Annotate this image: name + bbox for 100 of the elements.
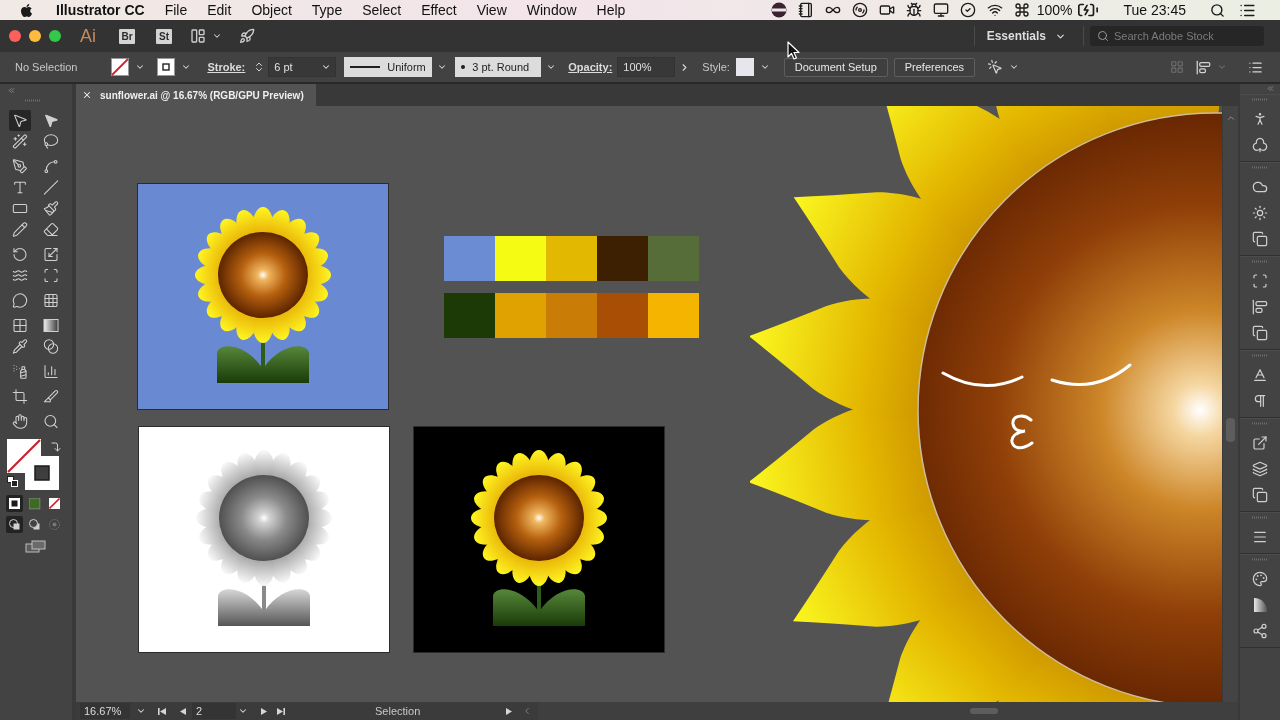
artboard-field[interactable]: 2 [192, 703, 236, 719]
monitor-icon[interactable] [932, 2, 949, 18]
list-icon[interactable] [1248, 59, 1263, 75]
align-left-icon[interactable] [1252, 299, 1268, 315]
layout-panels-icon[interactable] [190, 28, 206, 44]
corner-arrow-icon[interactable] [50, 441, 62, 453]
chevron-down-icon[interactable] [136, 706, 146, 716]
chevron-down-icon[interactable] [759, 62, 770, 72]
letter-a-icon[interactable] [1252, 367, 1268, 383]
stroke-panel-link[interactable]: Stroke: [207, 61, 246, 73]
chevron-down-icon[interactable] [181, 62, 192, 72]
grip-icon[interactable] [1252, 98, 1268, 101]
grip-icon[interactable] [1252, 166, 1268, 169]
cloud-icon[interactable] [1252, 179, 1268, 195]
check-circle-icon[interactable] [959, 2, 976, 18]
search-field[interactable]: Search Adobe Stock [1090, 26, 1264, 46]
menu-item[interactable]: Window [516, 2, 587, 18]
rocket-icon[interactable] [239, 28, 255, 44]
none-mode-icon[interactable] [46, 495, 63, 512]
chevron-down-icon[interactable] [238, 706, 248, 716]
chevron-down-icon[interactable] [437, 62, 448, 72]
brush-dropdown[interactable]: 3 pt. Round [455, 57, 542, 77]
frame-corners-icon[interactable] [1252, 273, 1268, 289]
palette-icon[interactable] [1252, 571, 1268, 587]
chevron-down-icon[interactable] [546, 62, 557, 72]
control-button[interactable]: Document Setup [783, 57, 888, 77]
first-artboard-icon[interactable] [158, 706, 167, 716]
grip-icon[interactable] [1252, 354, 1268, 357]
document-tab[interactable]: sunflower.ai @ 16.67% (RGB/GPU Preview) [76, 84, 316, 106]
window-minimize-button[interactable] [29, 30, 41, 42]
screen-mode-icon[interactable] [25, 540, 47, 553]
default-colors-icon[interactable] [7, 476, 18, 487]
standing-figure-icon[interactable] [1252, 111, 1268, 127]
play-icon[interactable] [505, 706, 515, 716]
bridge-button[interactable]: Br [119, 28, 135, 44]
menu-item[interactable]: Effect [411, 2, 467, 18]
grip-icon[interactable] [1252, 260, 1268, 263]
overlapping-squares-icon[interactable] [1252, 325, 1268, 341]
pointer-click-icon[interactable] [987, 59, 1004, 75]
vertical-scrollbar[interactable] [1222, 106, 1238, 702]
grip-icon[interactable] [1252, 422, 1268, 425]
align-left-icon[interactable] [1196, 59, 1211, 75]
draw-normal-icon[interactable] [6, 516, 23, 533]
workspace-switcher[interactable]: Essentials [986, 29, 1066, 43]
control-button[interactable]: Preferences [893, 57, 976, 77]
horizontal-scrollbar[interactable] [538, 702, 1238, 720]
fill-swatch-icon[interactable] [111, 58, 130, 76]
video-camera-icon[interactable] [878, 2, 895, 18]
opacity-field[interactable]: 100% [617, 57, 676, 77]
export-arrow-icon[interactable] [1252, 435, 1268, 451]
connected-nodes-icon[interactable] [1252, 623, 1268, 639]
color-mode-icon[interactable] [6, 495, 23, 512]
grip-icon[interactable] [1252, 516, 1268, 519]
chevron-down-icon[interactable] [1009, 62, 1020, 72]
style-swatch-icon[interactable] [735, 58, 754, 76]
notebook-icon[interactable] [797, 2, 814, 18]
search-icon[interactable] [1210, 2, 1225, 18]
wifi-icon[interactable] [986, 2, 1003, 18]
command-key-icon[interactable] [1013, 2, 1030, 18]
arrow-pointer-icon[interactable] [9, 110, 31, 131]
zoom-field[interactable]: 16.67% [80, 703, 130, 719]
menu-item[interactable]: Type [301, 2, 353, 18]
stroke-swatch-icon[interactable] [157, 58, 176, 76]
grip-icon[interactable] [25, 99, 41, 102]
circle-band-icon[interactable] [770, 2, 787, 18]
pilcrow-icon[interactable] [1252, 393, 1268, 409]
three-lines-icon[interactable] [1252, 529, 1268, 545]
overlapping-squares-icon[interactable] [1252, 487, 1268, 503]
window-close-button[interactable] [9, 30, 21, 42]
last-artboard-icon[interactable] [276, 706, 285, 716]
stroke-weight-field[interactable]: 6 pt [268, 57, 337, 77]
chevron-down-icon[interactable] [135, 62, 146, 72]
layers-icon[interactable] [1252, 461, 1268, 477]
current-tool-label[interactable]: Selection [375, 705, 421, 717]
menu-item[interactable]: Help [586, 2, 636, 18]
scrollbar-thumb[interactable] [1226, 418, 1235, 442]
overlapping-squares-icon[interactable] [1252, 231, 1268, 247]
chevron-down-icon[interactable] [321, 62, 332, 72]
stock-button[interactable]: St [156, 28, 172, 44]
stroke-profile-dropdown[interactable]: Uniform [344, 57, 433, 77]
scrollbar-thumb[interactable] [970, 708, 999, 714]
apple-icon[interactable] [19, 2, 34, 18]
gradient-wedge-icon[interactable] [1252, 597, 1268, 613]
clock[interactable]: Tue 23:45 [1123, 2, 1186, 18]
menu-item[interactable]: File [154, 2, 198, 18]
menu-item[interactable]: View [466, 2, 517, 18]
sun-icon[interactable] [1252, 205, 1268, 221]
opacity-panel-link[interactable]: Opacity: [568, 61, 613, 73]
menu-item[interactable]: Object [241, 2, 302, 18]
app-menu[interactable]: Illustrator CC [56, 2, 155, 18]
bug-icon[interactable] [905, 2, 922, 18]
chevron-down-icon[interactable] [212, 31, 222, 41]
menu-item[interactable]: Edit [197, 2, 242, 18]
next-artboard-icon[interactable] [260, 706, 269, 716]
close-icon[interactable] [82, 90, 92, 100]
stroke-swatch-icon[interactable] [25, 456, 59, 490]
window-zoom-button[interactable] [49, 30, 61, 42]
previous-artboard-icon[interactable] [178, 706, 187, 716]
menu-item[interactable]: Select [352, 2, 412, 18]
disc-icon[interactable] [851, 2, 868, 18]
